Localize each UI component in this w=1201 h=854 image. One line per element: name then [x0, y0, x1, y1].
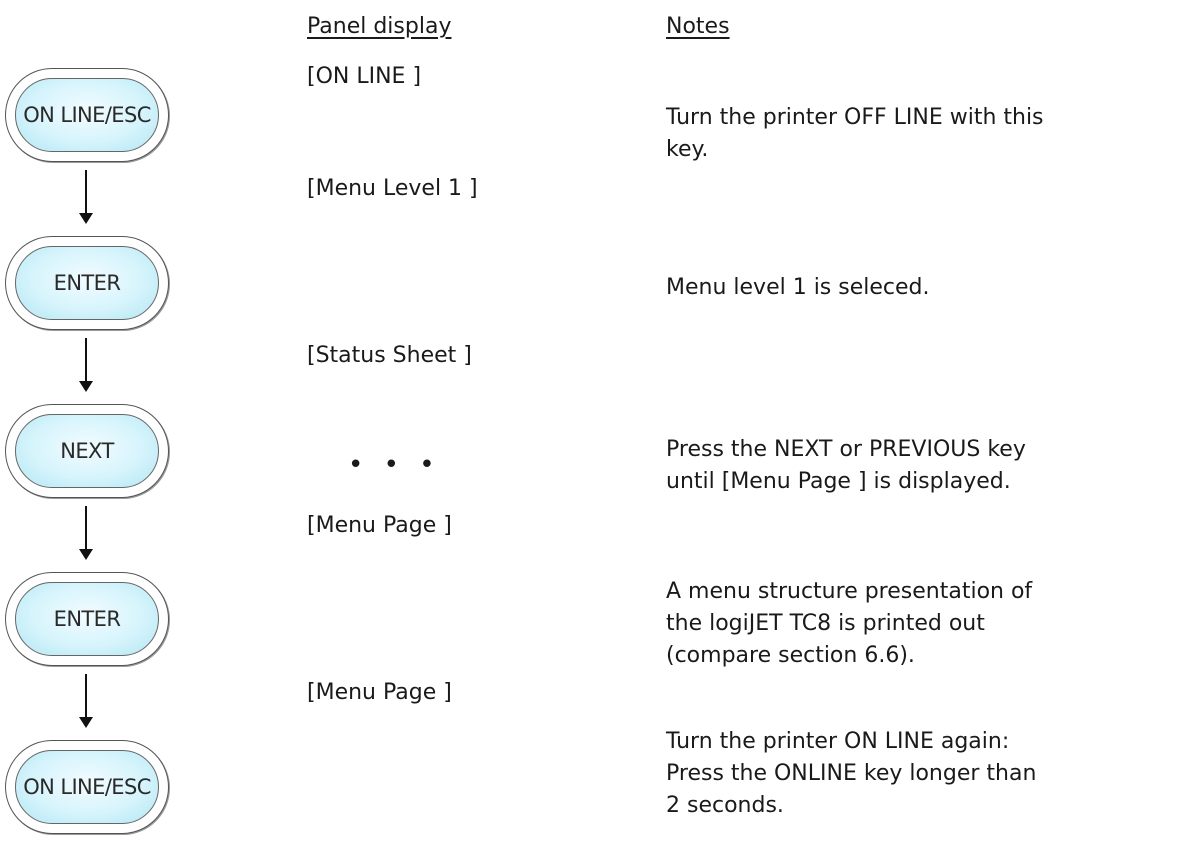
ellipsis-icon: • • •	[348, 450, 441, 480]
panel-display-menu-page: [Menu Page ]	[307, 513, 452, 538]
note-online-again: Turn the printer ON LINE again: Press th…	[666, 729, 1037, 818]
enter-key[interactable]: ENTER	[5, 572, 169, 666]
key-label: ENTER	[53, 271, 121, 295]
down-arrow-icon	[79, 170, 93, 224]
enter-key[interactable]: ENTER	[5, 236, 169, 330]
down-arrow-icon	[79, 674, 93, 728]
key-label: ON LINE/ESC	[23, 103, 151, 127]
panel-display-online: [ON LINE ]	[307, 64, 422, 89]
panel-display-status-sheet: [Status Sheet ]	[307, 343, 472, 368]
online-esc-key[interactable]: ON LINE/ESC	[5, 68, 169, 162]
key-face: ENTER	[15, 582, 159, 656]
down-arrow-icon	[79, 338, 93, 392]
next-key[interactable]: NEXT	[5, 404, 169, 498]
note-next-previous: Press the NEXT or PREVIOUS key until [Me…	[666, 437, 1026, 494]
down-arrow-icon	[79, 506, 93, 560]
notes-heading: Notes	[666, 14, 730, 39]
key-face: ON LINE/ESC	[15, 750, 159, 824]
key-face: NEXT	[15, 414, 159, 488]
note-offline: Turn the printer OFF LINE with this key.	[666, 105, 1044, 162]
panel-display-heading: Panel display	[307, 14, 452, 39]
key-label: ON LINE/ESC	[23, 775, 151, 799]
key-face: ENTER	[15, 246, 159, 320]
online-esc-key[interactable]: ON LINE/ESC	[5, 740, 169, 834]
note-menu-level-1: Menu level 1 is seleced.	[666, 275, 930, 300]
panel-display-menu-page-final: [Menu Page ]	[307, 680, 452, 705]
key-face: ON LINE/ESC	[15, 78, 159, 152]
key-label: ENTER	[53, 607, 121, 631]
key-label: NEXT	[60, 439, 114, 463]
note-menu-structure: A menu structure presentation of the log…	[666, 579, 1033, 668]
panel-display-menu-level-1: [Menu Level 1 ]	[307, 176, 478, 201]
